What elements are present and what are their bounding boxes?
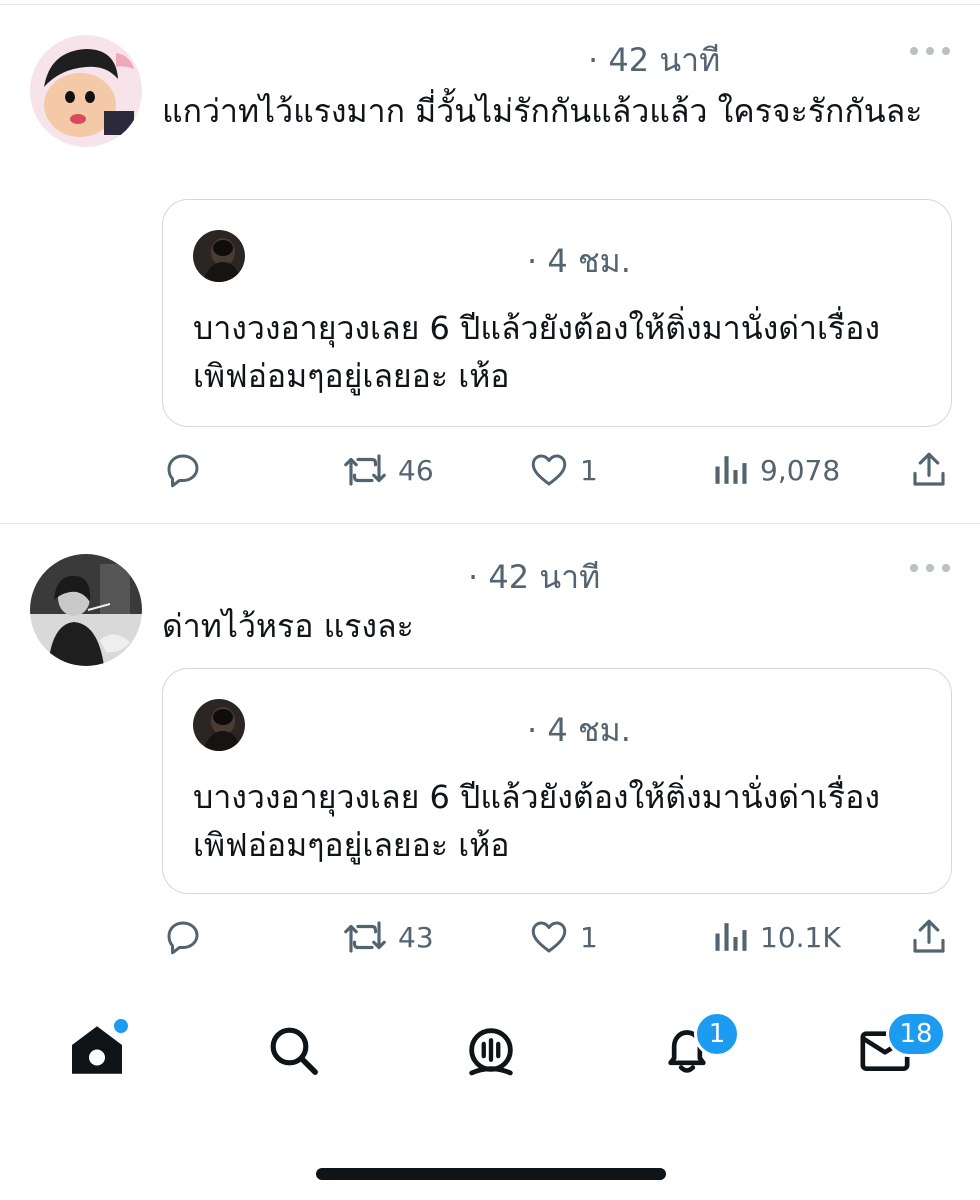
photo-avatar-icon [30,554,142,666]
cartoon-avatar-icon [30,35,142,147]
share-button[interactable] [908,445,950,495]
like-button[interactable]: 1 [528,912,598,962]
share-icon [913,452,945,486]
share-button[interactable] [908,912,950,962]
tweet-text: ด่าทไว้หรอ แรงละ [162,607,414,645]
reply-button[interactable] [162,912,204,962]
retweet-button[interactable]: 43 [342,912,434,962]
views-button[interactable]: 10.1K [712,912,841,962]
spaces-icon [469,1028,513,1076]
tweet[interactable]: · 42 นาที แกว่าทไว้แรงมาก มี่วั้นไม่รักก… [0,5,980,524]
quoted-text: บางวงอายุวงเลย 6 ปีแล้วยังต้องให้ติ่งมาน… [193,309,880,395]
bottom-navigation: 1 18 [0,1005,980,1105]
reply-icon [167,921,199,955]
quoted-avatar[interactable] [193,699,245,751]
reply-button[interactable] [162,445,204,495]
retweet-button[interactable]: 46 [342,445,434,495]
home-update-dot [112,1017,130,1035]
home-indicator [316,1168,666,1180]
like-button[interactable]: 1 [528,445,598,495]
avatar[interactable] [30,35,142,147]
heart-icon [531,454,567,486]
retweet-count: 43 [398,920,434,954]
tweet-time[interactable]: · 42 นาที [588,35,720,86]
nav-search[interactable] [258,1015,328,1085]
quoted-text: บางวงอายุวงเลย 6 ปีแล้วยังต้องให้ติ่งมาน… [193,778,880,864]
avatar[interactable] [30,554,142,666]
nav-spaces[interactable] [456,1015,526,1085]
quoted-tweet[interactable]: · 4 ชม. บางวงอายุวงเลย 6 ปีแล้วยังต้องให… [162,668,952,894]
notifications-badge: 1 [694,1011,740,1057]
reply-icon [167,454,199,488]
share-icon [913,919,945,953]
retweet-icon [344,921,386,953]
views-count: 9,078 [760,453,841,487]
more-options-icon[interactable] [910,564,950,576]
tweet-actions: 46 1 9,078 [0,445,980,495]
tweet-text: แกว่าทไว้แรงมาก มี่วั้นไม่รักกันแล้วแล้ว… [162,92,923,130]
tweet[interactable]: · 42 นาที ด่าทไว้หรอ แรงละ · 4 ชม. บางวง… [0,524,980,994]
more-options-icon[interactable] [910,47,950,59]
views-icon [715,456,747,484]
quoted-time[interactable]: · 4 ชม. [527,236,631,287]
quoted-avatar[interactable] [193,230,245,282]
retweet-count: 46 [398,453,434,487]
messages-badge: 18 [886,1011,946,1057]
dark-avatar-icon [193,699,245,751]
dark-avatar-icon [193,230,245,282]
views-count: 10.1K [760,920,841,954]
search-icon [270,1027,318,1075]
like-count: 1 [580,453,598,487]
tweet-actions: 43 1 10.1K [0,912,980,962]
quoted-time[interactable]: · 4 ชม. [527,705,631,756]
heart-icon [531,921,567,953]
views-icon [715,923,747,951]
like-count: 1 [580,920,598,954]
quoted-tweet[interactable]: · 4 ชม. บางวงอายุวงเลย 6 ปีแล้วยังต้องให… [162,199,952,427]
tweet-time[interactable]: · 42 นาที [468,552,600,603]
retweet-icon [344,454,386,486]
views-button[interactable]: 9,078 [712,445,840,495]
